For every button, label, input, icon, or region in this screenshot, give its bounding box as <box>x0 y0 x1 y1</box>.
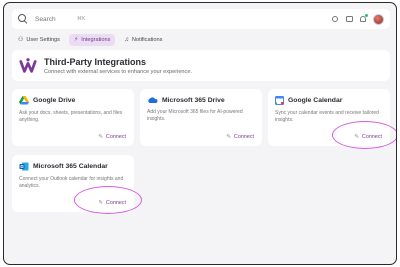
search-shortcut: ⌘K <box>77 16 86 22</box>
card-header: Google Calendar <box>275 96 383 105</box>
tab-label: User Settings <box>26 37 60 43</box>
tab-notifications[interactable]: ♫ Notifications <box>119 34 167 46</box>
search-input[interactable] <box>35 15 75 23</box>
integrations-header: Third-Party Integrations Connect with ex… <box>12 50 390 81</box>
card-title: Microsoft 365 Calendar <box>33 163 108 170</box>
connect-label: Connect <box>233 134 254 140</box>
connect-button[interactable]: ✎ Connect <box>98 200 126 206</box>
theme-toggle[interactable] <box>331 15 339 23</box>
card-description: Sync your calendar events and receive ta… <box>275 110 379 123</box>
inbox-icon <box>345 16 353 22</box>
integration-card-microsoft-365-drive: Microsoft 365 Drive Add your Microsoft 3… <box>140 89 262 146</box>
connect-label: Connect <box>361 134 382 140</box>
edit-icon: ✎ <box>98 134 103 140</box>
sun-icon <box>332 16 338 22</box>
edit-icon: ✎ <box>98 200 103 206</box>
connect-button[interactable]: ✎ Connect <box>98 134 126 140</box>
onedrive-cloud-icon <box>148 97 158 103</box>
card-header: Microsoft 365 Calendar <box>19 162 127 171</box>
search-icon <box>18 14 28 24</box>
notification-dot <box>365 14 368 17</box>
tab-label: Notifications <box>131 37 163 43</box>
connect-label: Connect <box>105 134 126 140</box>
outlook-calendar-icon <box>19 162 29 171</box>
topbar-actions <box>331 13 384 25</box>
connect-label: Connect <box>105 200 126 206</box>
inbox-button[interactable] <box>345 15 353 23</box>
card-header: Microsoft 365 Drive <box>147 96 255 104</box>
settings-tabs: ⚇ User Settings ⚡ Integrations ♫ Notific… <box>13 34 167 46</box>
integration-card-google-calendar: Google Calendar Sync your calendar event… <box>268 89 390 146</box>
top-bar: ⌘K <box>12 9 390 29</box>
card-description: Ask your docs, sheets, presentations, an… <box>19 110 123 123</box>
bell-icon: ♫ <box>124 37 129 43</box>
header-text: Third-Party Integrations Connect with ex… <box>44 57 192 75</box>
card-description: Add your Microsoft 365 files for AI-powe… <box>147 109 243 122</box>
card-description: Connect your Outlook calendar for insigh… <box>19 176 124 189</box>
plug-icon: ⚡ <box>73 37 79 43</box>
app-window: ⌘K ⚇ User Settings ⚡ Integrations ♫ Noti… <box>3 2 397 265</box>
tab-label: Integrations <box>81 37 111 43</box>
card-title: Microsoft 365 Drive <box>162 96 225 104</box>
integration-card-google-drive: Google Drive Ask your docs, sheets, pres… <box>12 89 134 146</box>
brand-logo-icon <box>19 57 37 73</box>
avatar[interactable] <box>373 13 384 25</box>
user-icon: ⚇ <box>18 37 24 43</box>
card-title: Google Drive <box>33 97 76 104</box>
edit-icon: ✎ <box>354 134 359 140</box>
notifications-button[interactable] <box>359 14 368 23</box>
integration-card-microsoft-365-calendar: Microsoft 365 Calendar Connect your Outl… <box>12 155 134 212</box>
card-header: Google Drive <box>19 96 127 105</box>
edit-icon: ✎ <box>226 134 231 140</box>
connect-button[interactable]: ✎ Connect <box>226 134 254 140</box>
page-title: Third-Party Integrations <box>44 56 147 67</box>
tab-integrations[interactable]: ⚡ Integrations <box>68 34 116 46</box>
page-subtitle: Connect with external services to enhanc… <box>44 68 193 75</box>
tab-user-settings[interactable]: ⚇ User Settings <box>13 34 65 46</box>
card-title: Google Calendar <box>288 97 343 104</box>
google-calendar-icon <box>275 96 284 105</box>
connect-button[interactable]: ✎ Connect <box>354 134 382 140</box>
google-drive-icon <box>19 96 29 105</box>
